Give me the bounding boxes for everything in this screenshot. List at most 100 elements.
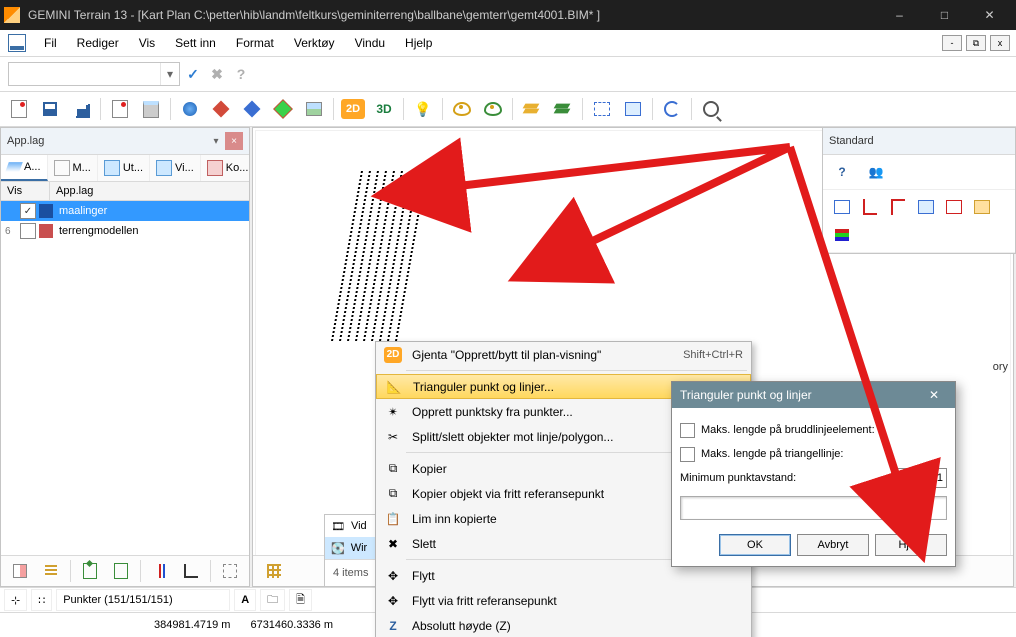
ctx-gjenta[interactable]: 2DGjenta "Opprett/bytt til plan-visning"… [376, 342, 751, 367]
canvas-grid-button[interactable] [259, 556, 289, 586]
layer-row-maalinger[interactable]: ✓ maalinger [1, 201, 249, 221]
layer-mode[interactable]: 🗎 [289, 589, 312, 611]
hjelp-button[interactable]: Hjelp [875, 534, 947, 556]
image-button[interactable] [299, 94, 329, 124]
mdi-minimize[interactable]: - [942, 35, 962, 51]
mdi-close[interactable]: x [990, 35, 1010, 51]
menu-vindu[interactable]: Vindu [345, 30, 395, 56]
std-b2[interactable] [859, 196, 881, 218]
rotate-button[interactable] [657, 94, 687, 124]
layer-header-vis[interactable]: Vis [1, 182, 50, 200]
chevron-down-icon: ▾ [160, 63, 179, 85]
std-help-button[interactable]: ? [831, 161, 853, 183]
tab-ko[interactable]: Ko... [201, 155, 256, 181]
new-file-button[interactable] [4, 94, 34, 124]
layer-checkbox[interactable] [20, 223, 36, 239]
chk-triangel[interactable] [680, 447, 695, 462]
menu-hjelp[interactable]: Hjelp [395, 30, 442, 56]
eye-icon [453, 102, 471, 116]
search-button[interactable] [696, 94, 726, 124]
select-window-button[interactable] [618, 94, 648, 124]
min-punktavstand-input[interactable] [891, 468, 947, 488]
menu-rediger[interactable]: Rediger [67, 30, 129, 56]
minimize-button[interactable]: – [877, 0, 922, 30]
layer-header-name[interactable]: App.lag [50, 182, 249, 200]
bt6[interactable] [176, 556, 206, 586]
workspace: App.lag ▾ × A... M... Ut... Vi... Ko... … [0, 127, 1016, 587]
menu-settinn[interactable]: Sett inn [165, 30, 226, 56]
save-all-button[interactable] [66, 94, 96, 124]
bt2[interactable] [36, 556, 66, 586]
std-b1[interactable] [831, 196, 853, 218]
window-title: GEMINI Terrain 13 - [Kart Plan C:\petter… [28, 8, 877, 22]
dialog-title: Trianguler punkt og linjer [680, 388, 812, 402]
delete-icon: ✖ [384, 537, 402, 551]
accept-button[interactable]: ✓ [182, 63, 204, 85]
cancel-button[interactable]: ✖ [206, 63, 228, 85]
eye1-button[interactable] [447, 94, 477, 124]
bulb-button[interactable]: 💡 [408, 94, 438, 124]
tab-vi[interactable]: Vi... [150, 155, 201, 181]
bt7[interactable] [215, 556, 245, 586]
maximize-button[interactable]: □ [922, 0, 967, 30]
layer-name: terrengmodellen [59, 225, 139, 237]
font-mode[interactable]: A [234, 589, 256, 611]
applag-title: App.lag [7, 135, 207, 147]
tab-ut[interactable]: Ut... [98, 155, 150, 181]
layers1-button[interactable] [517, 94, 547, 124]
print-button[interactable] [136, 94, 166, 124]
eye2-button[interactable] [478, 94, 508, 124]
std-b4[interactable] [915, 196, 937, 218]
ok-button[interactable]: OK [719, 534, 791, 556]
applag-panel: App.lag ▾ × A... M... Ut... Vi... Ko... … [0, 127, 250, 587]
cube-red-button[interactable] [206, 94, 236, 124]
bt3[interactable] [75, 556, 105, 586]
layers2-button[interactable] [548, 94, 578, 124]
dialog-close-button[interactable]: ✕ [921, 382, 947, 408]
chk-bruddlinje[interactable] [680, 423, 695, 438]
globe-button[interactable] [175, 94, 205, 124]
help-button[interactable]: ? [230, 63, 252, 85]
mdi-restore[interactable]: ⧉ [966, 35, 986, 51]
menu-vis[interactable]: Vis [129, 30, 165, 56]
menu-fil[interactable]: Fil [34, 30, 67, 56]
menu-verktoy[interactable]: Verktøy [284, 30, 345, 56]
std-b3[interactable] [887, 196, 909, 218]
layer-swatch [39, 224, 53, 238]
coord-y: 6731460.3336 m [250, 619, 333, 631]
bt1[interactable] [5, 556, 35, 586]
bt4[interactable] [106, 556, 136, 586]
std-b6[interactable] [971, 196, 993, 218]
std-b5[interactable] [943, 196, 965, 218]
cube-green-button[interactable] [268, 94, 298, 124]
avbryt-button[interactable]: Avbryt [797, 534, 869, 556]
2d-view-button[interactable]: 2D [338, 94, 368, 124]
menu-format[interactable]: Format [226, 30, 284, 56]
panel-close-button[interactable]: × [225, 132, 243, 150]
grid-mode[interactable]: ∷ [31, 589, 52, 611]
bt5[interactable] [145, 556, 175, 586]
export-button[interactable] [105, 94, 135, 124]
snap-mode[interactable]: ⊹ [4, 589, 27, 611]
triangle-icon: 📐 [385, 380, 403, 394]
tab-m[interactable]: M... [48, 155, 98, 181]
save-button[interactable] [35, 94, 65, 124]
tab-a[interactable]: A... [1, 155, 48, 181]
layer-checkbox[interactable]: ✓ [20, 203, 36, 219]
layer-row-terreng[interactable]: 6 terrengmodellen [1, 221, 249, 241]
folder-mode[interactable]: 🗀 [260, 589, 285, 611]
document-icon [8, 34, 26, 52]
cube-blue-button[interactable] [237, 94, 267, 124]
close-button[interactable]: ✕ [967, 0, 1012, 30]
status-mode: Punkter (151/151/151) [56, 589, 230, 611]
ctx-flytt-ref[interactable]: ✥Flytt via fritt referansepunkt [376, 588, 751, 613]
3d-view-button[interactable]: 3D [369, 94, 399, 124]
std-b7[interactable] [831, 224, 853, 246]
std-users-button[interactable]: 👥 [865, 161, 887, 183]
select-rect-button[interactable] [587, 94, 617, 124]
combo-selector[interactable]: ▾ [8, 62, 180, 86]
ctx-absz[interactable]: ZAbsolutt høyde (Z) [376, 613, 751, 637]
panel-dropdown-button[interactable]: ▾ [207, 132, 225, 150]
move-icon: ✥ [384, 569, 402, 583]
applag-tabs: A... M... Ut... Vi... Ko... [1, 155, 249, 182]
